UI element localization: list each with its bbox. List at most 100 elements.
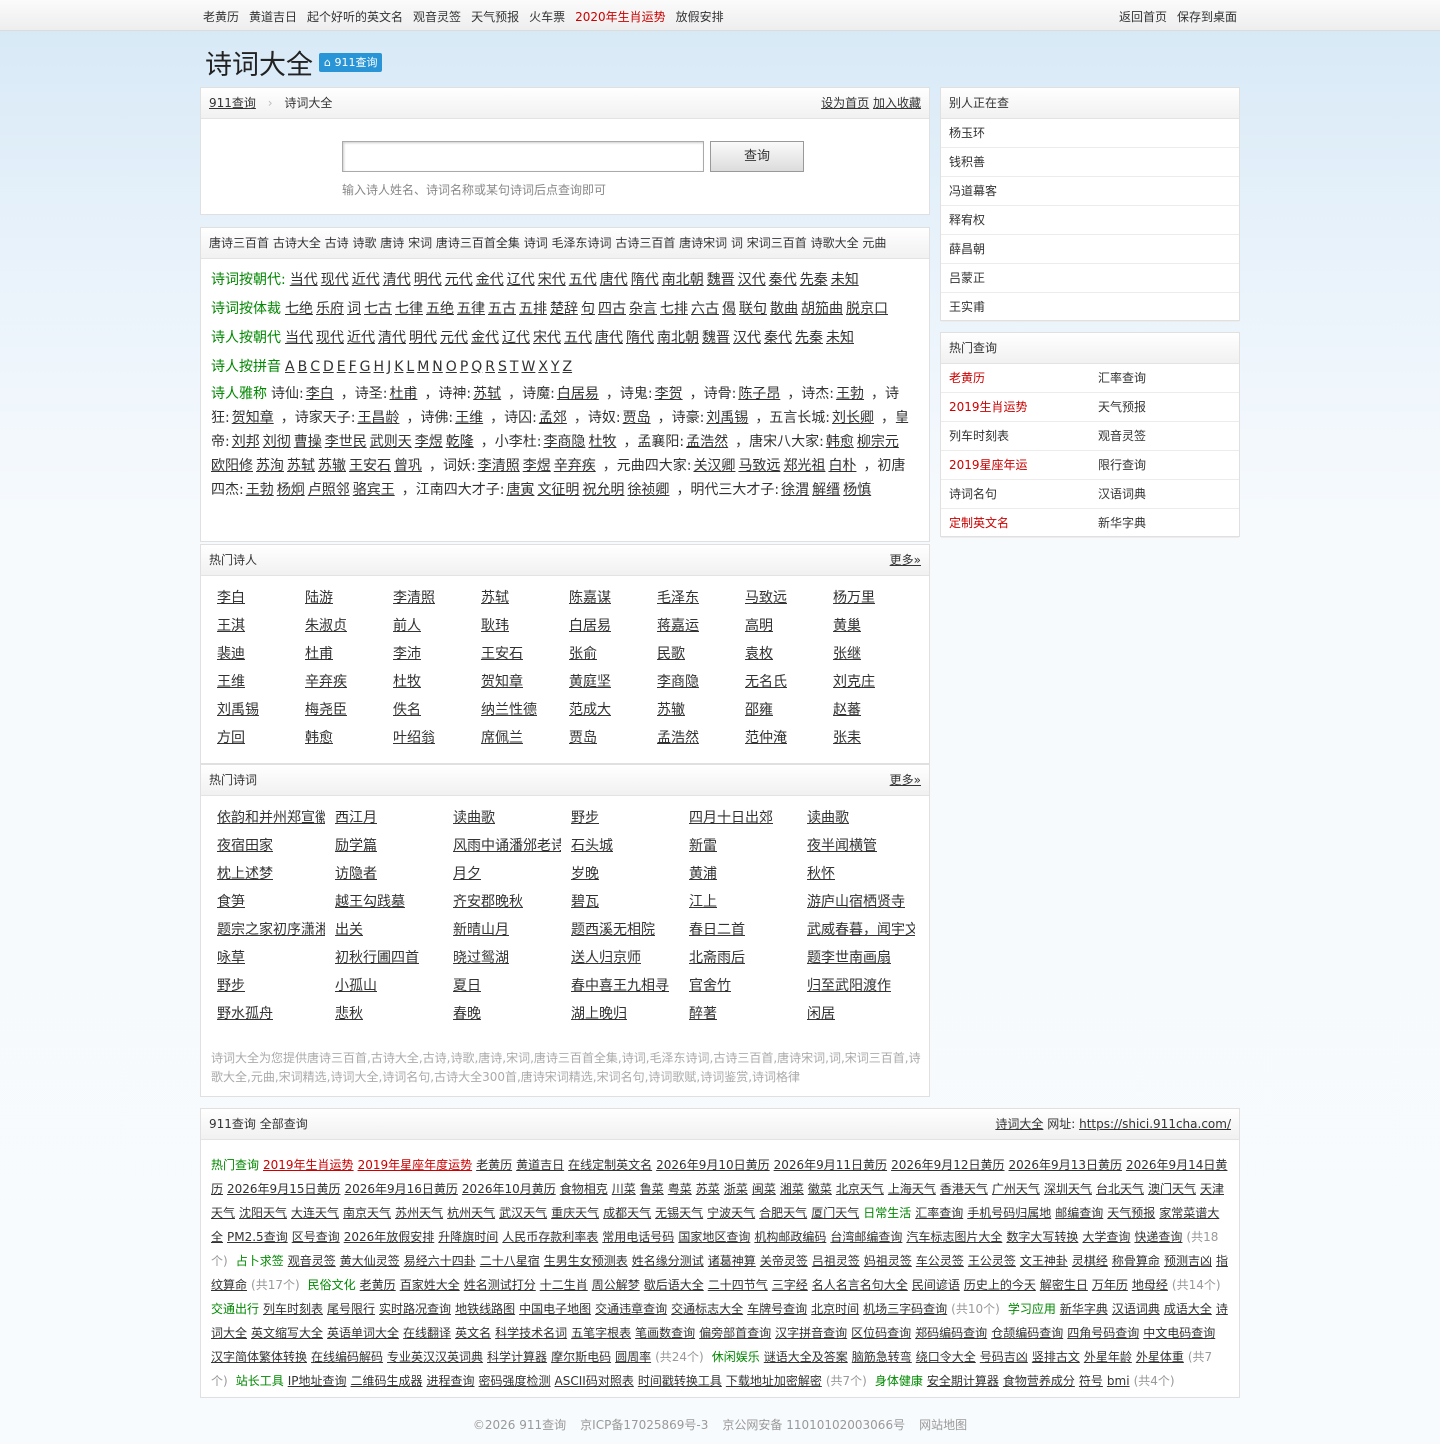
category-link[interactable]: C — [310, 359, 320, 375]
category-link[interactable]: 元代 — [440, 330, 468, 346]
query-link[interactable]: 预测吉凶 — [1164, 1254, 1212, 1268]
poet-link[interactable]: 白朴 — [828, 458, 856, 474]
category-link[interactable]: 宋代 — [538, 272, 566, 288]
category-link[interactable]: 隋代 — [631, 272, 659, 288]
category-link[interactable]: W — [521, 359, 535, 375]
query-link[interactable]: 香港天气 — [940, 1182, 988, 1196]
poet-link[interactable]: 贺知章 — [481, 671, 523, 691]
query-link[interactable]: 科学计算器 — [487, 1350, 547, 1364]
poem-link[interactable]: 初秋行圃四首 — [335, 947, 419, 967]
poet-link[interactable]: 高明 — [745, 615, 773, 635]
query-link[interactable]: 成语大全 — [1164, 1302, 1212, 1316]
recent-search-item[interactable]: 吕蒙正 — [941, 264, 1239, 293]
query-link[interactable]: 在线翻译 — [403, 1326, 451, 1340]
poet-link[interactable]: 苏轼 — [481, 587, 509, 607]
category-link[interactable]: 宋代 — [533, 330, 561, 346]
category-link[interactable]: 隋代 — [626, 330, 654, 346]
poem-link[interactable]: 北斋雨后 — [689, 947, 745, 967]
top-nav-link[interactable]: 起个好听的英文名 — [307, 8, 403, 25]
query-link[interactable]: 脑筋急转弯 — [852, 1350, 912, 1364]
set-home-link[interactable]: 设为首页 — [821, 96, 869, 110]
category-link[interactable]: 楚辞 — [550, 301, 578, 317]
query-link[interactable]: 苏菜 — [696, 1182, 720, 1196]
category-link[interactable]: 先秦 — [800, 272, 828, 288]
hot-poems-more-link[interactable]: 更多» — [890, 765, 921, 795]
top-nav-right-link[interactable]: 返回首页 — [1119, 8, 1167, 25]
category-link[interactable]: 秦代 — [769, 272, 797, 288]
query-link[interactable]: 车牌号查询 — [747, 1302, 807, 1316]
poem-link[interactable]: 夜半闻横管 — [807, 835, 877, 855]
poem-link[interactable]: 野水孤舟 — [217, 1003, 273, 1023]
recent-search-item[interactable]: 薛昌朝 — [941, 235, 1239, 264]
poem-link[interactable]: 黄浦 — [689, 863, 717, 883]
category-link[interactable]: 七律 — [395, 301, 423, 317]
poet-link[interactable]: 陆游 — [305, 587, 333, 607]
poet-link[interactable]: 苏洵 — [256, 458, 284, 474]
query-link[interactable]: 2026年9月11日黄历 — [774, 1158, 887, 1172]
poet-link[interactable]: 解缙 — [812, 482, 840, 498]
poet-link[interactable]: 辛弃疾 — [305, 671, 347, 691]
poet-link[interactable]: 杜甫 — [389, 386, 417, 402]
poet-link[interactable]: 徐渭 — [781, 482, 809, 498]
query-link[interactable]: 手机号码归属地 — [967, 1206, 1051, 1220]
poet-link[interactable]: 朱淑贞 — [305, 615, 347, 635]
poet-link[interactable]: 祝允明 — [582, 482, 624, 498]
poet-link[interactable]: 曾巩 — [394, 458, 422, 474]
poet-link[interactable]: 刘彻 — [263, 434, 291, 450]
top-nav-link[interactable]: 天气预报 — [471, 8, 519, 25]
category-link[interactable]: Z — [562, 359, 572, 375]
poet-link[interactable]: 纳兰性德 — [481, 699, 537, 719]
poem-link[interactable]: 官舍竹 — [689, 975, 731, 995]
query-link[interactable]: 川菜 — [612, 1182, 636, 1196]
category-link[interactable]: X — [538, 359, 548, 375]
poet-link[interactable]: 王淇 — [217, 615, 245, 635]
poet-link[interactable]: 张继 — [833, 643, 861, 663]
poet-link[interactable]: 孟浩然 — [657, 727, 699, 747]
poet-link[interactable]: 佚名 — [393, 699, 421, 719]
poet-link[interactable]: 裴迪 — [217, 643, 245, 663]
poem-link[interactable]: 野步 — [217, 975, 245, 995]
poem-link[interactable]: 越王勾践墓 — [335, 891, 405, 911]
category-link[interactable]: 南北朝 — [662, 272, 704, 288]
category-link[interactable]: T — [510, 359, 519, 375]
query-link[interactable]: 三字经 — [772, 1278, 808, 1292]
poem-link[interactable]: 湖上晚归 — [571, 1003, 627, 1023]
poet-link[interactable]: 贺知章 — [232, 410, 274, 426]
query-link[interactable]: 徽菜 — [808, 1182, 832, 1196]
top-nav-link[interactable]: 老黄历 — [203, 8, 239, 25]
category-link[interactable]: 七绝 — [285, 301, 313, 317]
hot-query-link[interactable]: 天气预报 — [1098, 393, 1146, 422]
poet-link[interactable]: 白居易 — [569, 615, 611, 635]
site-url-link[interactable]: https://shici.911cha.com/ — [1079, 1117, 1231, 1131]
poem-link[interactable]: 春中喜王九相寻 — [571, 975, 669, 995]
hot-query-link[interactable]: 列车时刻表 — [949, 422, 1009, 451]
poet-link[interactable]: 耿玮 — [481, 615, 509, 635]
query-link[interactable]: 区位码查询 — [851, 1326, 911, 1340]
poet-link[interactable]: 王维 — [455, 410, 483, 426]
poet-link[interactable]: 李贺 — [655, 386, 683, 402]
query-link[interactable]: 快递查询 — [1134, 1230, 1182, 1244]
query-link[interactable]: 在线编码解码 — [311, 1350, 383, 1364]
query-link[interactable]: 黄道吉日 — [516, 1158, 564, 1172]
query-link[interactable]: 英文缩写大全 — [251, 1326, 323, 1340]
poem-link[interactable]: 咏草 — [217, 947, 245, 967]
query-link[interactable]: 符号 — [1079, 1374, 1103, 1388]
query-link[interactable]: 宁波天气 — [707, 1206, 755, 1220]
query-link[interactable]: 无锡天气 — [655, 1206, 703, 1220]
query-link[interactable]: 2026年9月15日黄历 — [227, 1182, 340, 1196]
poem-link[interactable]: 枕上述梦 — [217, 863, 273, 883]
query-link[interactable]: 食物营养成分 — [1003, 1374, 1075, 1388]
poet-link[interactable]: 刘禹锡 — [217, 699, 259, 719]
poem-link[interactable]: 出关 — [335, 919, 363, 939]
poet-link[interactable]: 杜牧 — [393, 671, 421, 691]
query-link[interactable]: 诸葛神算 — [708, 1254, 756, 1268]
query-link[interactable]: 2019年星座年度运势 — [358, 1158, 473, 1172]
query-link[interactable]: 人民币存款利率表 — [502, 1230, 598, 1244]
poet-link[interactable]: 杨炯 — [277, 482, 305, 498]
query-link[interactable]: 郑码编码查询 — [915, 1326, 987, 1340]
query-link[interactable]: 万年历 — [1092, 1278, 1128, 1292]
hot-query-link[interactable]: 老黄历 — [949, 364, 985, 393]
category-link[interactable]: K — [394, 359, 403, 375]
search-button[interactable]: 查询 — [710, 141, 804, 172]
poem-link[interactable]: 悲秋 — [335, 1003, 363, 1023]
